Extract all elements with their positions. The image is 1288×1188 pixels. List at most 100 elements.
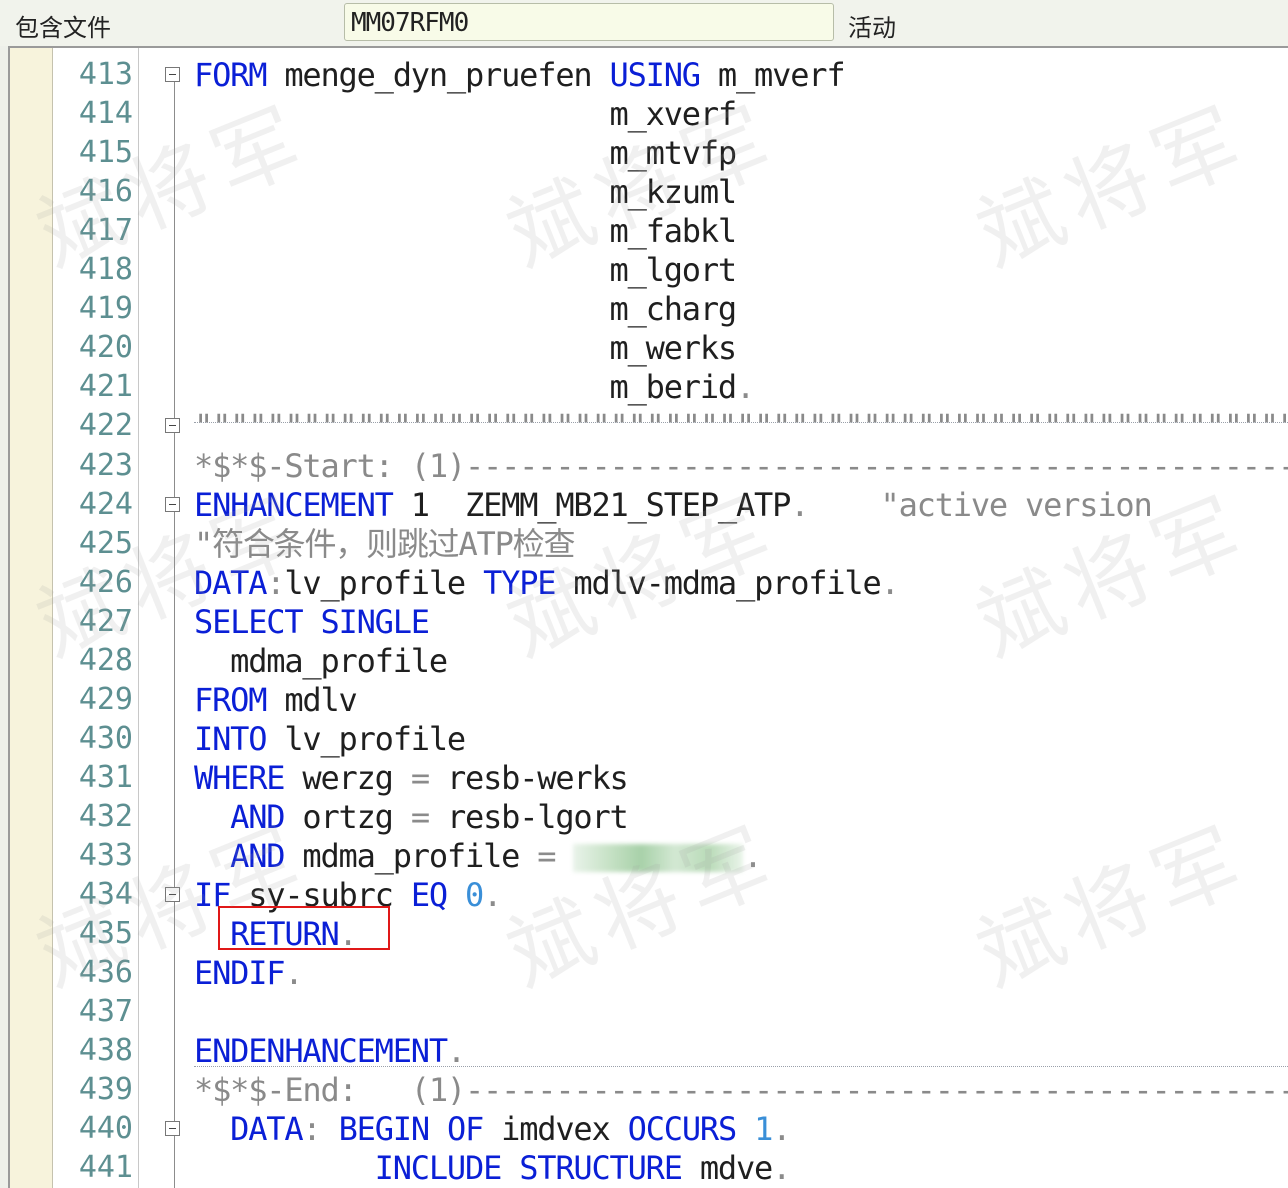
code-text: DATA: BEGIN OF imdvex OCCURS 1. [194,1110,791,1149]
code-line[interactable]: 414 m_xverf [10,94,1288,133]
code-token: EQ [410,876,448,915]
code-line[interactable]: 415 m_mtvfp [10,133,1288,172]
code-token: AND [230,797,285,836]
code-token: BEGIN OF [338,1110,485,1149]
code-token: mdlv-mdma_profile [555,563,881,602]
line-number: 439 [78,1072,133,1108]
code-line[interactable]: 426 DATA:lv_profile TYPE mdlv-mdma_profil… [10,563,1288,602]
code-text: ENDENHANCEMENT. [194,1033,466,1069]
code-editor[interactable]: 413 FORM menge_dyn_pruefen USING m_mverf 4… [8,46,1288,1188]
header-bar: 包含文件 MM07RFM0 活动 [0,0,1288,46]
fold-toggle-icon[interactable] [165,1121,180,1137]
line-number: 421 [78,369,133,405]
line-number: 424 [78,486,133,522]
include-label: 包含文件 [15,14,111,42]
code-token: TYPE [483,563,556,602]
code-line[interactable]: 435 RETURN. [10,914,1288,953]
code-text: FROM mdlv [194,682,358,718]
highlight-box [218,906,390,950]
code-token: """"""""""""""""""""""""""""""""""""""""… [194,407,1288,446]
line-number: 431 [78,759,133,795]
code-token: m_charg [194,290,738,329]
line-number: 434 [78,877,133,913]
code-line[interactable]: 416 m_kzuml [10,172,1288,211]
code-line[interactable]: 434 IF sy-subrc EQ 0. [10,875,1288,914]
code-line[interactable]: 413 FORM menge_dyn_pruefen USING m_mverf [10,55,1288,94]
code-token: INTO [194,719,267,758]
code-line[interactable]: 433 AND mdma_profile = . [10,836,1288,875]
code-line[interactable]: 417 m_fabkl [10,211,1288,250]
code-token: DATA [230,1110,303,1149]
code-line[interactable]: 437 [10,992,1288,1031]
code-line[interactable]: 422 """""""""""""""""""""""""""""""""""""… [10,406,1288,445]
redacted-value [573,844,744,872]
code-text: m_mtvfp [194,134,738,173]
code-line[interactable]: 441 INCLUDE STRUCTURE mdve. [10,1148,1288,1187]
code-token: : [302,1110,321,1149]
code-text: mdma_profile [194,643,448,679]
line-number: 433 [78,838,133,873]
line-number: 437 [78,994,133,1030]
line-number: 418 [78,252,133,288]
code-line[interactable]: 418 m_lgort [10,250,1288,289]
code-token: "active version [808,485,1153,524]
code-token: *$*$-End: (1)---------------------------… [194,1071,1288,1110]
code-line[interactable]: 432 AND ortzg = resb-lgort [10,797,1288,836]
code-token: imdvex [483,1110,628,1149]
code-line[interactable]: 419 m_charg [10,289,1288,328]
code-token: *$*$-Start: (1)-------------------------… [194,446,1288,485]
code-token: resb-lgort [428,797,629,836]
code-token: resb-werks [428,758,629,797]
line-number: 438 [78,1033,133,1069]
code-line[interactable]: 439 *$*$-End: (1)------------------------… [10,1070,1288,1109]
code-token: 1 ZEMM_MB21_STEP_ATP [392,485,792,524]
code-line[interactable]: 423 *$*$-Start: (1)----------------------… [10,446,1288,485]
code-text: DATA:lv_profile TYPE mdlv-mdma_profile. [194,563,900,602]
code-token: m_berid [194,368,738,407]
program-name-field[interactable]: MM07RFM0 [344,3,834,41]
code-token: AND [230,837,285,875]
code-text: SELECT SINGLE [194,604,430,640]
code-line[interactable]: 420 m_werks [10,328,1288,367]
code-line[interactable]: 438 ENDENHANCEMENT. [10,1031,1288,1070]
line-number: 415 [78,135,133,171]
code-line[interactable]: 431 WHERE werzg = resb-werks [10,758,1288,797]
code-line[interactable]: 440 DATA: BEGIN OF imdvex OCCURS 1. [10,1109,1288,1148]
fold-toggle-icon[interactable] [165,496,180,512]
fold-toggle-icon[interactable] [165,67,180,82]
code-text: AND ortzg = resb-lgort [194,797,629,836]
code-token: m_fabkl [194,212,738,251]
code-token: OCCURS [627,1110,738,1149]
code-token: ortzg [284,797,411,836]
code-token: . [483,876,502,915]
fold-toggle-icon[interactable] [165,418,180,434]
code-token: . [880,563,900,602]
separator-line [194,1066,1288,1067]
code-token: m_kzuml [194,173,738,212]
code-token: ENDIF [194,954,286,993]
code-line[interactable]: 427 SELECT SINGLE [10,602,1288,641]
code-line[interactable]: 421 m_berid. [10,367,1288,406]
code-line[interactable]: 425 "符合条件，则跳过ATP检查 [10,524,1288,563]
code-token: m_mtvfp [194,134,738,173]
code-line[interactable]: 428 mdma_profile [10,641,1288,680]
line-number: 414 [78,96,133,132]
code-token: 1 [754,1110,773,1149]
code-text: m_berid. [194,368,756,407]
code-token: m_xverf [194,95,738,134]
code-text: *$*$-Start: (1)-------------------------… [194,448,1288,484]
fold-toggle-icon[interactable] [165,887,180,903]
line-number: 429 [78,681,133,717]
code-line[interactable]: 436 ENDIF. [10,953,1288,992]
code-line[interactable]: 424 ENHANCEMENT 1 ZEMM_MB21_STEP_ATP. "ac… [10,485,1288,524]
code-line[interactable]: 430 INTO lv_profile [10,719,1288,758]
line-number: 420 [78,330,133,366]
code-token: mdma_profile [284,837,538,875]
code-line[interactable]: 429 FROM mdlv [10,680,1288,719]
line-number: 428 [78,642,133,678]
